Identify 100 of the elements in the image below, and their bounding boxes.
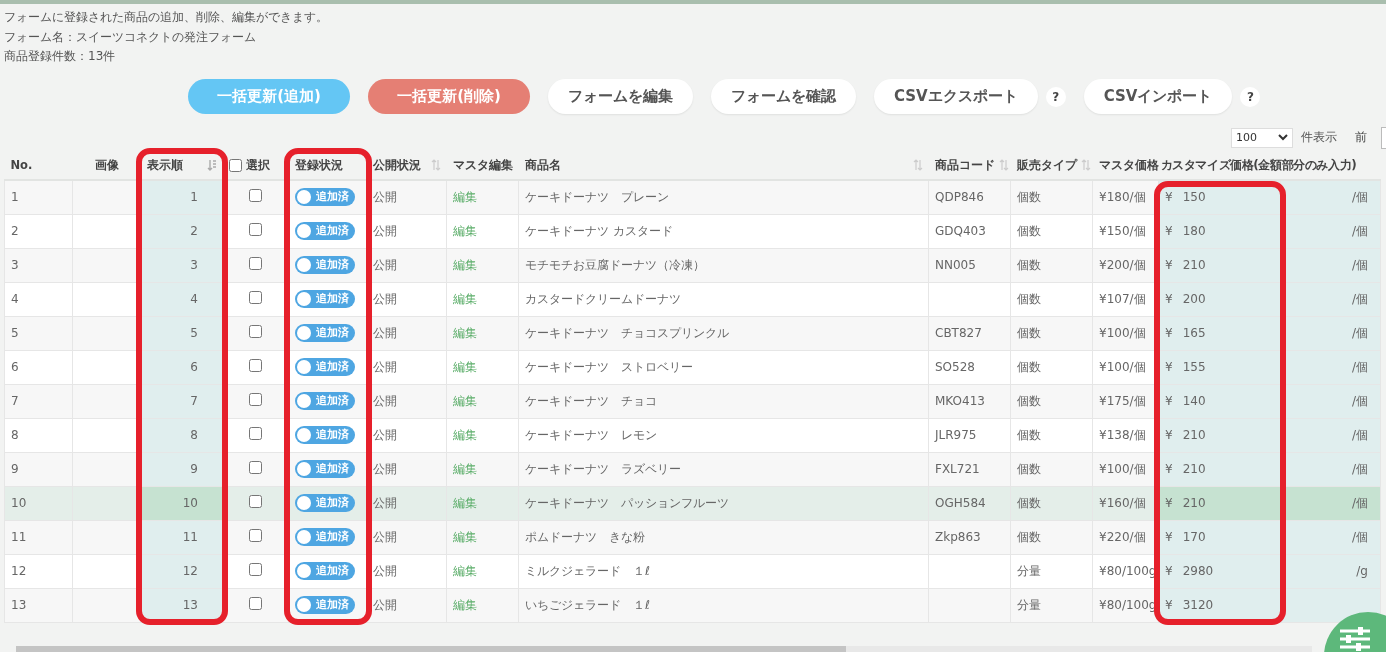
table-cell: GDQ403 <box>928 214 1011 248</box>
table-cell: モチモチお豆腐ドーナツ（冷凍） <box>518 248 929 282</box>
table-cell: 13 <box>4 588 73 622</box>
status-toggle[interactable]: 追加済 <box>295 357 355 376</box>
table-cell: 個数 <box>1010 418 1093 452</box>
status-toggle[interactable]: 追加済 <box>295 425 355 444</box>
table-cell: 個数 <box>1010 520 1093 554</box>
edit-link[interactable]: 編集 <box>453 325 477 340</box>
table-cell: 5 <box>4 316 73 350</box>
table-cell: 10 <box>4 486 73 520</box>
table-cell: 3 <box>4 248 73 282</box>
price-field[interactable]: ¥ 155 <box>1158 350 1281 384</box>
column-header[interactable]: 選択 <box>222 151 289 180</box>
order-cell[interactable]: 4 <box>140 282 223 316</box>
column-header[interactable]: カスタマイズ価格(金額部分のみ入力) <box>1158 151 1381 180</box>
status-toggle[interactable]: 追加済 <box>295 459 355 478</box>
column-header[interactable]: No. <box>4 151 73 180</box>
info-text: フォーム名：スイーツコネクトの発注フォーム <box>4 28 257 46</box>
status-toggle[interactable]: 追加済 <box>295 289 355 308</box>
edit-link[interactable]: 編集 <box>453 189 477 204</box>
table-cell: ケーキドーナツ カスタード <box>518 214 929 248</box>
table-cell: NN005 <box>928 248 1011 282</box>
table-cell: SO528 <box>928 350 1011 384</box>
price-field[interactable]: ¥ 140 <box>1158 384 1281 418</box>
price-field[interactable]: ¥ 210 <box>1158 248 1281 282</box>
price-field[interactable]: ¥ 210 <box>1158 418 1281 452</box>
table-cell: 7 <box>4 384 73 418</box>
order-cell[interactable]: 8 <box>140 418 223 452</box>
edit-link[interactable]: 編集 <box>453 563 477 578</box>
table-cell: 9 <box>4 452 73 486</box>
table-cell: 2 <box>4 214 73 248</box>
page-size-label: 件表示 <box>1301 129 1337 146</box>
table-cell: 6 <box>4 350 73 384</box>
edit-link[interactable]: 編集 <box>453 359 477 374</box>
column-header[interactable]: 商品名 <box>518 151 929 180</box>
column-header[interactable]: 販売タイプ <box>1010 151 1093 180</box>
status-toggle[interactable]: 追加済 <box>295 527 355 546</box>
order-cell[interactable]: 9 <box>140 452 223 486</box>
action-button[interactable]: CSVインポート <box>1083 79 1233 114</box>
order-cell[interactable]: 1 <box>140 179 223 214</box>
table-cell: 12 <box>4 554 73 588</box>
edit-link[interactable]: 編集 <box>453 427 477 442</box>
order-cell[interactable]: 11 <box>140 520 223 554</box>
status-toggle[interactable]: 追加済 <box>295 595 355 614</box>
table-cell: 個数 <box>1010 282 1093 316</box>
price-field[interactable]: ¥ 200 <box>1158 282 1281 316</box>
help-icon[interactable]: ? <box>1240 86 1261 107</box>
price-field[interactable]: ¥ 2980 <box>1158 554 1281 588</box>
action-button[interactable]: フォームを編集 <box>548 79 693 114</box>
table-cell: 4 <box>4 282 73 316</box>
status-toggle[interactable]: 追加済 <box>295 323 355 342</box>
column-header[interactable]: マスタ編集 <box>446 151 519 180</box>
order-cell[interactable]: 6 <box>140 350 223 384</box>
price-field[interactable]: ¥ 165 <box>1158 316 1281 350</box>
table-cell: FXL721 <box>928 452 1011 486</box>
table-cell: OGH584 <box>928 486 1011 520</box>
edit-link[interactable]: 編集 <box>453 257 477 272</box>
action-button[interactable]: CSVエクスポート <box>874 79 1038 114</box>
table-cell: JLR975 <box>928 418 1011 452</box>
edit-link[interactable]: 編集 <box>453 393 477 408</box>
status-toggle[interactable]: 追加済 <box>295 187 355 206</box>
table-cell: ミルクジェラード １ℓ <box>518 554 929 588</box>
order-cell[interactable]: 2 <box>140 214 223 248</box>
price-field[interactable]: ¥ 210 <box>1158 486 1281 520</box>
status-toggle[interactable]: 追加済 <box>295 493 355 512</box>
order-cell[interactable]: 10 <box>140 486 223 520</box>
column-header[interactable]: マスタ価格 <box>1092 151 1159 180</box>
table-cell: 個数 <box>1010 452 1093 486</box>
table-cell: ケーキドーナツ プレーン <box>518 179 929 214</box>
price-field[interactable]: ¥ 210 <box>1158 452 1281 486</box>
page-size-select[interactable]: 100 <box>1231 127 1293 148</box>
price-field[interactable]: ¥ 180 <box>1158 214 1281 248</box>
edit-link[interactable]: 編集 <box>453 461 477 476</box>
action-button[interactable]: フォームを確認 <box>711 79 856 114</box>
status-toggle[interactable]: 追加済 <box>295 391 355 410</box>
table-cell: いちごジェラード １ℓ <box>518 588 929 622</box>
table-cell: 個数 <box>1010 350 1093 384</box>
edit-link[interactable]: 編集 <box>453 223 477 238</box>
status-toggle[interactable]: 追加済 <box>295 221 355 240</box>
previous-link[interactable]: 前 <box>1355 129 1367 146</box>
order-cell[interactable]: 12 <box>140 554 223 588</box>
help-icon[interactable]: ? <box>1045 86 1066 107</box>
table-cell: ケーキドーナツ レモン <box>518 418 929 452</box>
edit-link[interactable]: 編集 <box>453 529 477 544</box>
order-cell[interactable]: 7 <box>140 384 223 418</box>
table-cell: 個数 <box>1010 179 1093 214</box>
order-cell[interactable]: 3 <box>140 248 223 282</box>
table-cell: 1 <box>4 179 73 214</box>
column-header[interactable]: 登録状況 <box>288 151 367 180</box>
edit-link[interactable]: 編集 <box>453 597 477 612</box>
status-toggle[interactable]: 追加済 <box>295 561 355 580</box>
status-toggle[interactable]: 追加済 <box>295 255 355 274</box>
column-header[interactable]: 公開状況 <box>366 151 447 180</box>
column-header[interactable]: 画像 <box>72 151 141 180</box>
price-field[interactable]: ¥ 170 <box>1158 520 1281 554</box>
column-header[interactable]: 商品コード <box>928 151 1011 180</box>
order-cell[interactable]: 5 <box>140 316 223 350</box>
column-header[interactable]: 表示順 <box>140 151 223 180</box>
edit-link[interactable]: 編集 <box>453 291 477 306</box>
bulk-delete-button[interactable]: 一括更新(削除) <box>368 79 530 114</box>
